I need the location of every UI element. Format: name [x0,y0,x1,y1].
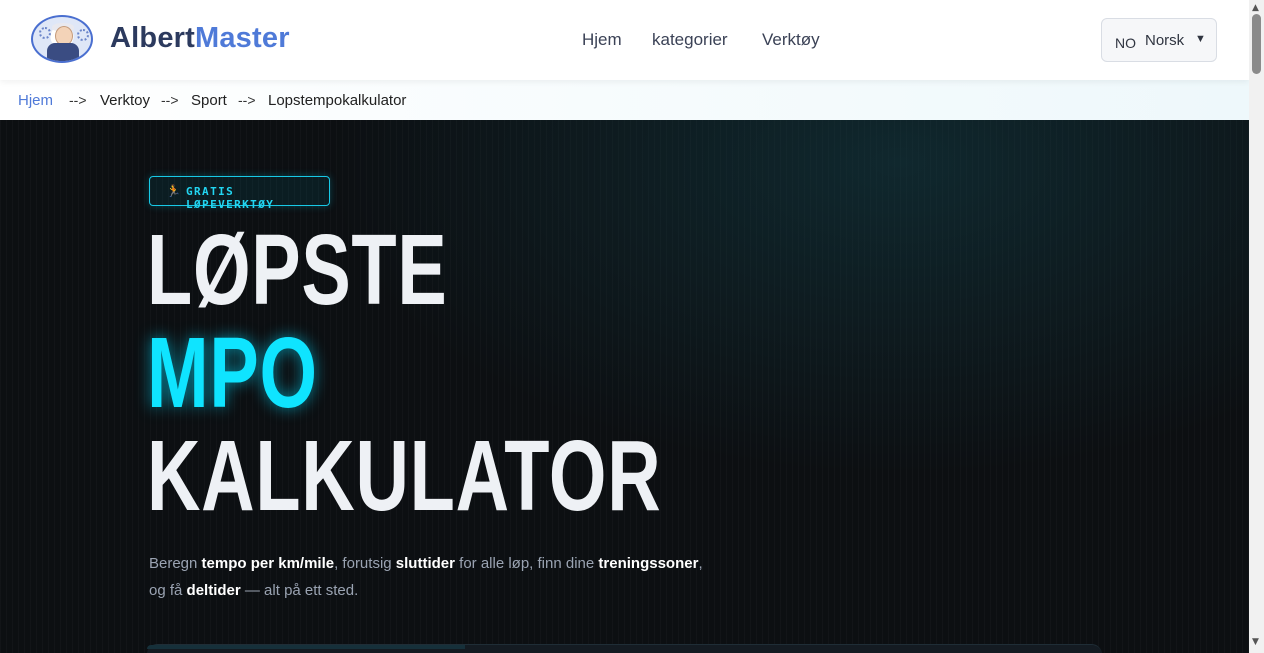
desc-text: Beregn [149,555,202,572]
language-selector[interactable]: NO Norsk ▼ [1101,18,1217,62]
brand-name-part1: Albert [110,22,195,54]
scrollbar-thumb[interactable] [1252,14,1261,74]
breadcrumb-tools-link[interactable]: Verktoy [100,92,150,109]
badge-label: GRATIS LØPEVERKTØY [186,185,275,211]
scroll-down-icon[interactable]: ▼ [1252,637,1259,647]
hero-description: Beregn tempo per km/mile, forutsig slutt… [149,550,749,604]
desc-bold: tempo per km/mile [201,555,335,572]
breadcrumb-sport-link[interactable]: Sport [191,92,227,109]
site-header: AlbertMaster Hjem kategorier Verktøy NO … [0,0,1249,80]
breadcrumb-separator: --> [69,92,87,108]
breadcrumb-current: Lopstempokalkulator [268,92,407,109]
nav-link-tools[interactable]: Verktøy [762,30,820,50]
nav-link-categories[interactable]: kategorier [652,30,728,50]
desc-bold: deltider [186,582,241,599]
page-scrollbar[interactable]: ▲ ▼ [1249,0,1264,653]
calculator-card-accent [147,645,465,649]
desc-text: , forutsig [334,555,396,572]
logo-body [47,43,79,61]
page-title-line3: KALKULATOR [147,420,662,532]
page-title-line2: MPO [147,317,318,429]
logo-icon[interactable] [31,15,93,63]
desc-text: — alt på ett sted. [240,582,359,599]
runner-icon: 🏃 [166,184,183,198]
desc-text: , [698,555,703,572]
chevron-down-icon: ▼ [1195,33,1206,45]
breadcrumb-separator: --> [161,92,179,108]
brand-name-part2: Master [195,22,290,54]
breadcrumb: Hjem --> Verktoy --> Sport --> Lopstempo… [0,80,1249,120]
brand-name[interactable]: AlbertMaster [110,22,290,55]
language-code: NO [1115,35,1136,51]
desc-text: for alle løp, finn dine [454,555,599,572]
breadcrumb-home-link[interactable]: Hjem [18,92,53,109]
desc-bold: sluttider [395,555,455,572]
gear-icon [39,27,51,39]
nav-link-home[interactable]: Hjem [582,30,622,50]
language-name: Norsk [1145,32,1185,49]
breadcrumb-separator: --> [238,92,256,108]
desc-bold: treningssoner [598,555,699,572]
free-tool-badge: 🏃 GRATIS LØPEVERKTØY [149,176,330,211]
scroll-up-icon[interactable]: ▲ [1252,3,1259,13]
gear-icon [77,29,89,41]
calculator-card [147,644,1102,653]
page-title-line1: LØPSTE [147,214,448,326]
desc-text: og få [149,582,187,599]
hero-section: 🏃 GRATIS LØPEVERKTØY LØPSTE MPO KALKULAT… [0,120,1249,653]
